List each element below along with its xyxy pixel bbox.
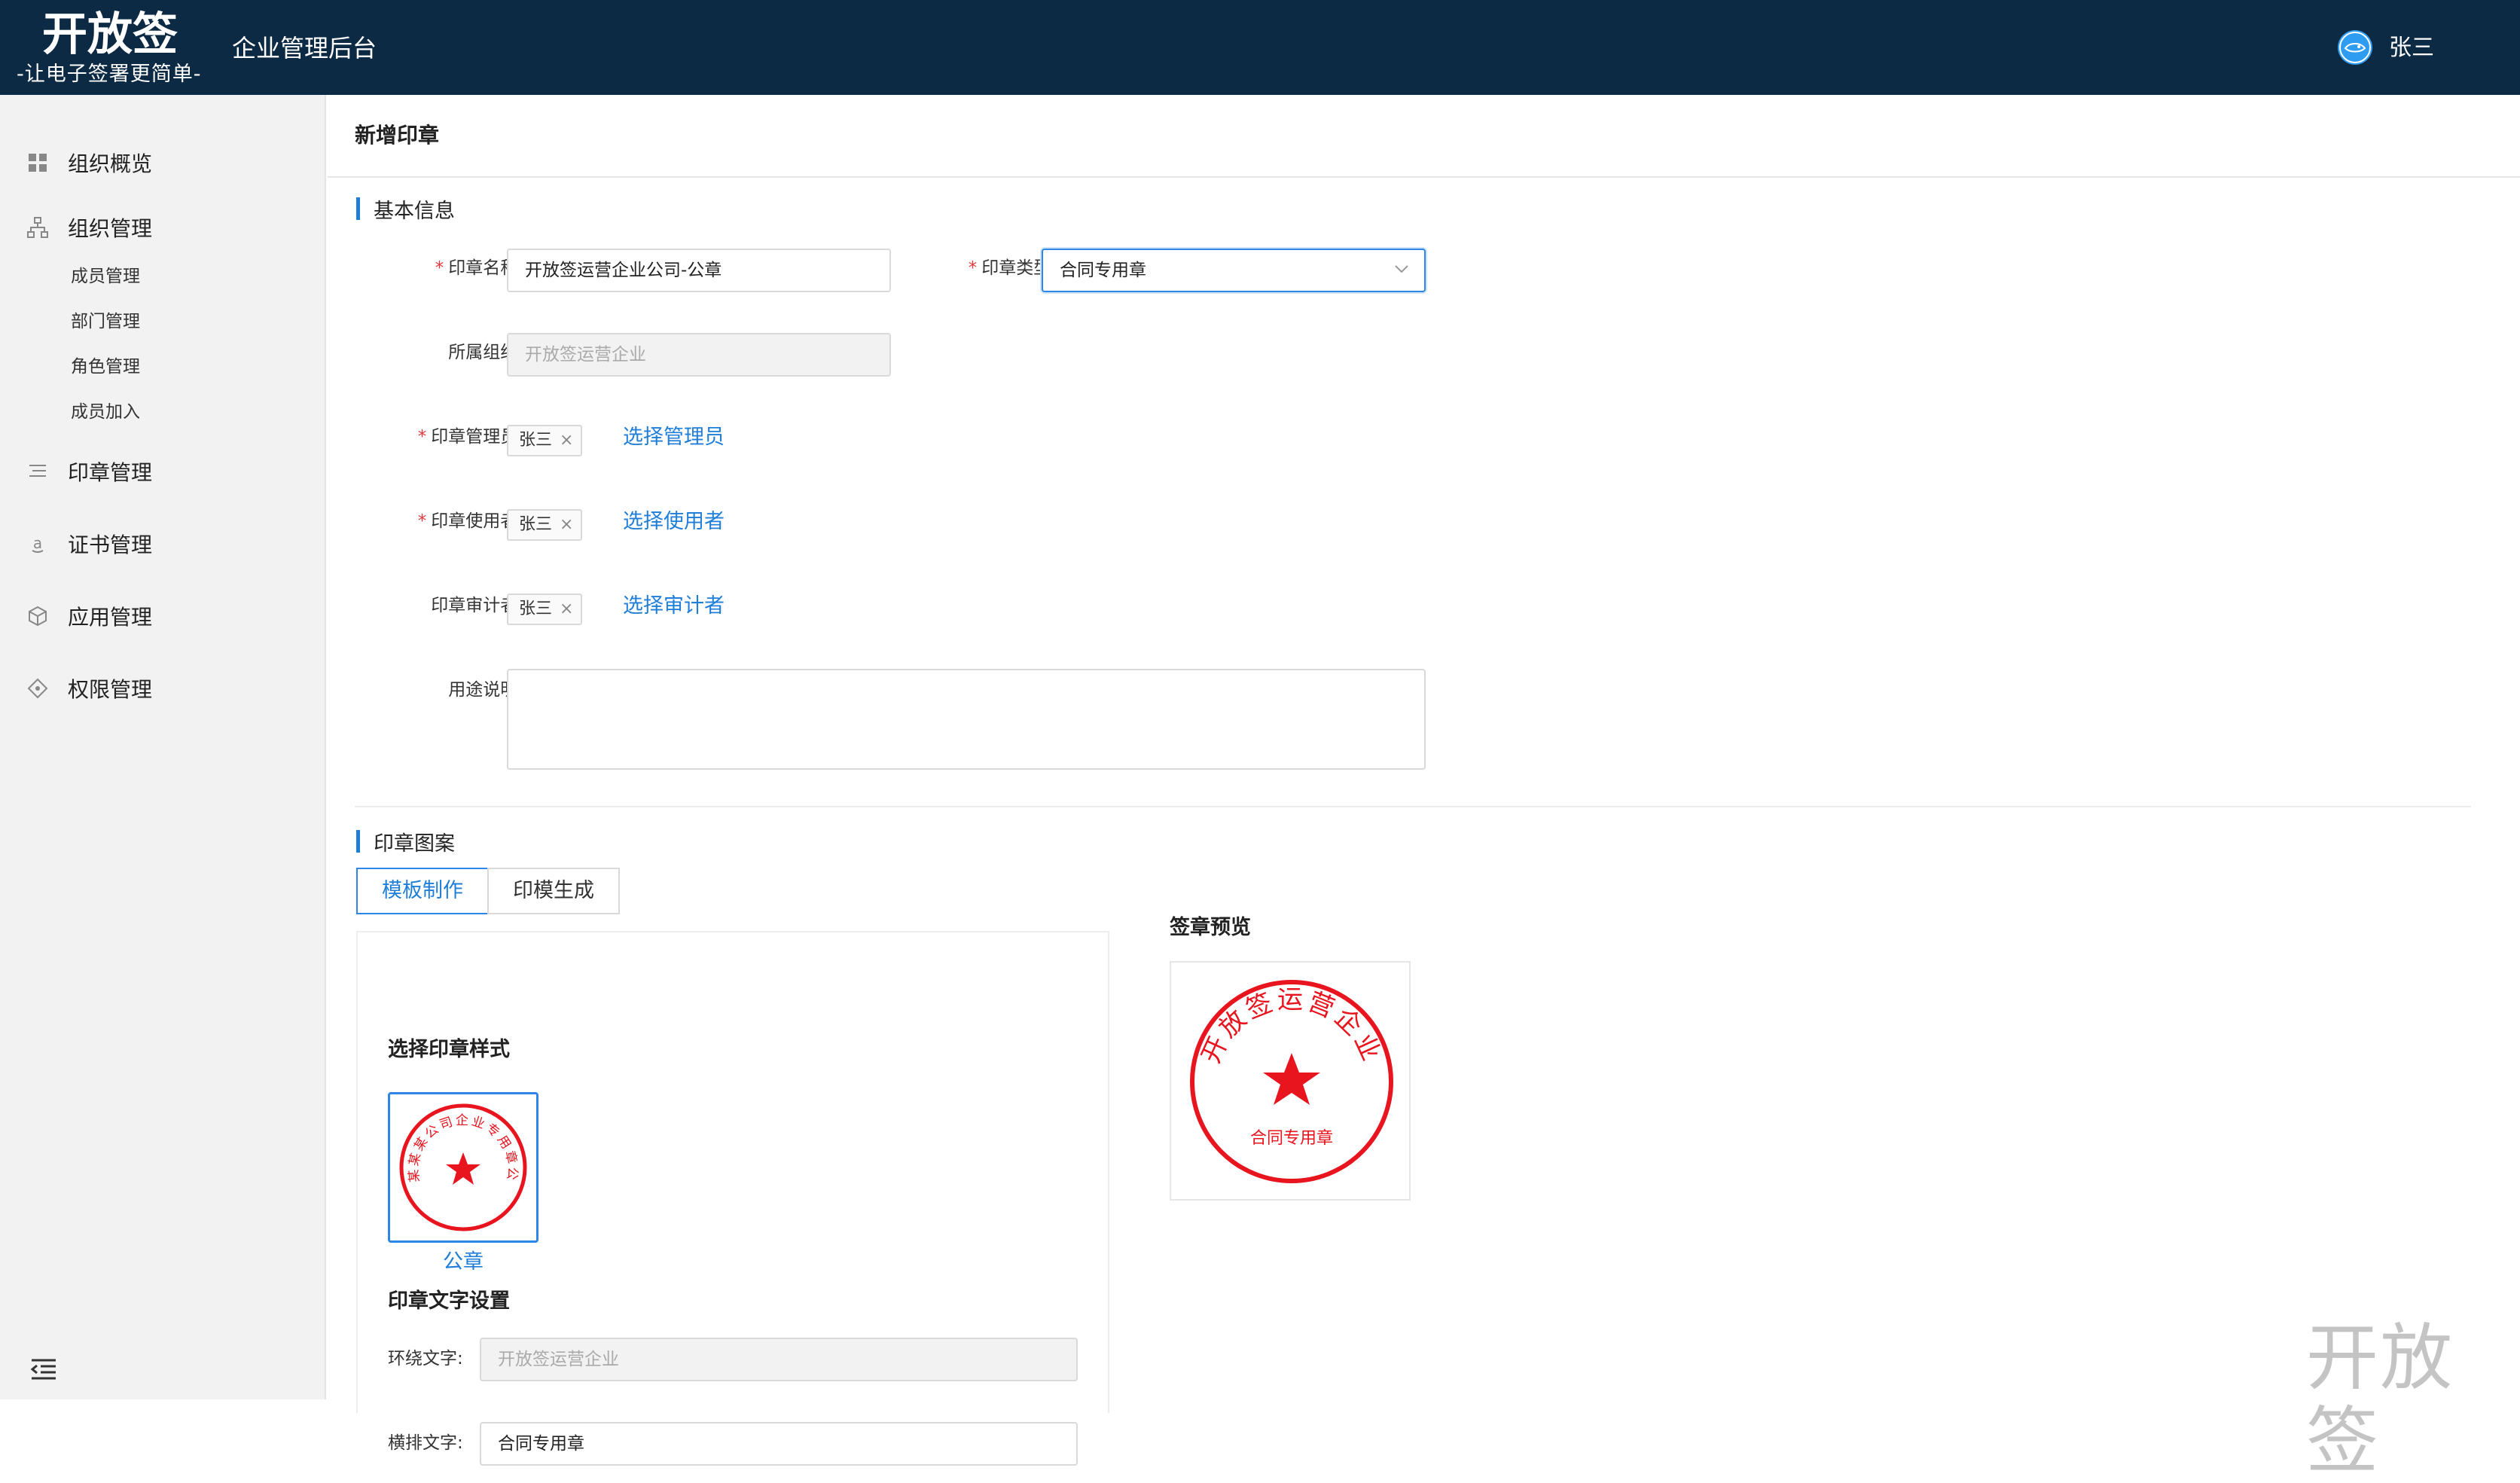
seal-preview-image: 开放签运营企业 合同专用章	[1190, 980, 1393, 1183]
page-title: 新增印章	[355, 123, 440, 148]
seal-type-select[interactable]: 合同专用章	[1042, 249, 1426, 292]
required-mark: *	[417, 511, 427, 531]
sidebar-subitem-roles[interactable]: 角色管理	[71, 354, 140, 380]
seal-style-name: 公章	[443, 1250, 484, 1274]
sidebar-item-org-management[interactable]: 组织管理	[0, 205, 325, 250]
seal-name-input[interactable]: 开放签运营企业公司-公章	[507, 249, 891, 292]
logo-slogan: -让电子签署更简单-	[17, 63, 202, 86]
preview-title: 签章预览	[1170, 916, 1251, 939]
ring-text-input: 开放签运营企业	[480, 1338, 1078, 1381]
auditor-tag: 张三 ×	[507, 594, 583, 625]
list-icon	[26, 459, 50, 484]
permission-icon	[26, 676, 50, 700]
seal-preview: 开放签运营企业 合同专用章	[1170, 961, 1411, 1201]
watermark: 开放签	[2306, 1316, 2454, 1483]
org-input: 开放签运营企业	[507, 333, 891, 377]
horizontal-text-label: 横排文字:	[388, 1433, 463, 1453]
tag-text: 张三	[519, 515, 553, 534]
top-header: 开放签 -让电子签署更简单- 企业管理后台 张三	[0, 0, 2520, 95]
sidebar-item-overview[interactable]: 组织概览	[0, 140, 325, 185]
horizontal-text-input[interactable]: 合同专用章	[480, 1422, 1078, 1466]
text-settings-title: 印章文字设置	[388, 1289, 510, 1313]
seal-style-thumbnail: 某某某某公司企业专用章公司	[395, 1099, 527, 1231]
collapse-menu-icon[interactable]	[29, 1354, 59, 1384]
user-name[interactable]: 张三	[2389, 32, 2434, 65]
seal-name-label: * 印章名称:	[395, 256, 523, 280]
required-mark: *	[968, 258, 978, 278]
template-panel: 选择印章样式 某某某某公司企业专用章公司 公章 印章文字设置 环绕文字: 开放签…	[356, 931, 1109, 1466]
select-admin-link[interactable]: 选择管理员	[623, 423, 725, 452]
seal-style-card[interactable]: 某某某某公司企业专用章公司	[388, 1092, 538, 1243]
close-icon[interactable]: ×	[560, 595, 573, 624]
sidebar-subitem-departments[interactable]: 部门管理	[71, 309, 140, 334]
section-title: 基本信息	[374, 199, 455, 223]
seal-user-label: * 印章使用者:	[373, 509, 523, 533]
preview-center-text: 合同专用章	[1250, 1129, 1333, 1148]
sidebar-item-app-management[interactable]: 应用管理	[0, 594, 325, 639]
title-divider	[328, 176, 2520, 178]
grid-icon	[26, 151, 50, 175]
chevron-down-icon	[1395, 265, 1408, 273]
user-tag: 张三 ×	[507, 509, 583, 541]
star-icon	[446, 1152, 481, 1185]
admin-tag: 张三 ×	[507, 425, 583, 456]
section-basic-info: 基本信息	[356, 196, 455, 223]
seal-auditor-label: 印章审计者:	[431, 596, 523, 615]
certificate-icon: a	[26, 532, 50, 556]
tag-text: 张三	[519, 431, 553, 450]
seal-admin-label: * 印章管理员:	[373, 425, 523, 449]
seal-type-label: * 印章类型:	[929, 256, 1057, 280]
org-chart-icon	[26, 215, 50, 240]
choose-style-title: 选择印章样式	[388, 1038, 510, 1061]
user-avatar-icon[interactable]	[2338, 30, 2372, 65]
sidebar-item-label: 应用管理	[68, 605, 153, 630]
app-title: 企业管理后台	[232, 34, 377, 63]
main-content: 新增印章 基本信息 * 印章名称: 开放签运营企业公司-公章 * 印章类型: 合同专…	[328, 95, 2520, 1466]
cube-icon	[26, 604, 50, 628]
close-icon[interactable]: ×	[560, 511, 573, 539]
logo-title: 开放签	[42, 8, 178, 61]
section-title: 印章图案	[374, 832, 455, 856]
sidebar-item-label: 印章管理	[68, 460, 153, 485]
required-mark: *	[417, 427, 427, 447]
tab-template[interactable]: 模板制作	[356, 868, 489, 914]
sidebar-item-label: 组织管理	[68, 216, 153, 241]
sidebar-item-cert-management[interactable]: a 证书管理	[0, 521, 325, 566]
section-bar	[356, 197, 360, 220]
select-user-link[interactable]: 选择使用者	[623, 508, 725, 536]
seal-type-value: 合同专用章	[1060, 261, 1146, 280]
sidebar-subitem-member-join[interactable]: 成员加入	[71, 399, 140, 425]
select-auditor-link[interactable]: 选择审计者	[623, 592, 725, 621]
section-bar	[356, 830, 360, 853]
sidebar-item-permission-management[interactable]: 权限管理	[0, 666, 325, 711]
close-icon[interactable]: ×	[560, 426, 573, 455]
tag-text: 张三	[519, 600, 553, 618]
sidebar-subitem-members[interactable]: 成员管理	[71, 264, 140, 289]
sidebar-item-label: 证书管理	[68, 532, 153, 557]
section-seal-pattern: 印章图案	[356, 828, 455, 856]
org-label: 所属组织:	[448, 343, 523, 362]
purpose-label: 用途说明:	[448, 680, 523, 700]
sidebar-item-seal-management[interactable]: 印章管理	[0, 449, 325, 494]
purpose-textarea[interactable]	[507, 669, 1426, 770]
sidebar: 组织概览 组织管理 成员管理 部门管理 角色管理 成员加入 印章管理 a 证书管…	[0, 95, 326, 1399]
star-icon	[1263, 1053, 1320, 1105]
section-divider	[355, 806, 2471, 807]
tab-seal-generate[interactable]: 印模生成	[487, 868, 620, 914]
required-mark: *	[435, 258, 444, 278]
sidebar-item-label: 权限管理	[68, 677, 153, 702]
ring-text-label: 环绕文字:	[388, 1349, 463, 1369]
svg-text:a: a	[33, 534, 42, 552]
sidebar-item-label: 组织概览	[68, 151, 153, 176]
